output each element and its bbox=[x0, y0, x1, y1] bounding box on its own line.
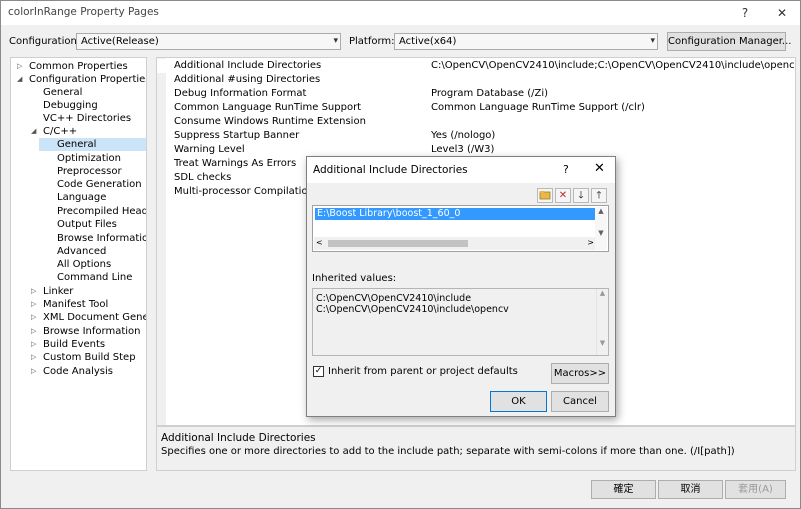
tree-item-optimization[interactable]: Optimization bbox=[57, 152, 121, 165]
tree-item-browse-information[interactable]: Browse Information bbox=[57, 232, 146, 245]
horizontal-scrollbar[interactable]: < > bbox=[314, 237, 596, 250]
inherited-values-label: Inherited values: bbox=[312, 273, 397, 284]
expand-icon[interactable]: ▷ bbox=[31, 298, 36, 311]
scroll-right-icon[interactable]: > bbox=[587, 238, 594, 247]
delete-icon[interactable]: ✕ bbox=[555, 188, 571, 203]
macros-button[interactable]: Macros>> bbox=[551, 363, 609, 384]
inherit-checkbox-label: Inherit from parent or project defaults bbox=[328, 366, 518, 377]
directories-list[interactable]: E:\Boost Library\boost_1_60_0 < > ▲ ▼ bbox=[312, 205, 609, 252]
tree-item-code-generation[interactable]: Code Generation bbox=[57, 178, 142, 191]
dialog-ok-button[interactable]: OK bbox=[490, 391, 547, 412]
title-bar: colorInRange Property Pages ? ✕ bbox=[1, 1, 800, 25]
inherited-value: C:\OpenCV\OpenCV2410\include\opencv bbox=[316, 304, 509, 315]
directory-entry-input[interactable]: E:\Boost Library\boost_1_60_0 bbox=[315, 208, 595, 220]
tree-item-common-properties[interactable]: ▷ Common Properties bbox=[17, 60, 128, 73]
inherited-value: C:\OpenCV\OpenCV2410\include bbox=[316, 293, 472, 304]
description-text: Specifies one or more directories to add… bbox=[161, 446, 735, 457]
platform-value: Active(x64) bbox=[399, 36, 457, 47]
tree-item-manifest-tool[interactable]: ▷ Manifest Tool bbox=[31, 298, 108, 311]
close-button[interactable]: ✕ bbox=[773, 4, 791, 22]
tree-item-language[interactable]: Language bbox=[57, 191, 106, 204]
dialog-title: Additional Include Directories bbox=[313, 164, 468, 176]
move-down-icon[interactable]: 🡓 bbox=[573, 188, 589, 203]
description-panel: Additional Include Directories Specifies… bbox=[156, 426, 796, 471]
tree-item-configuration-properties[interactable]: ◢ Configuration Properties bbox=[17, 73, 146, 86]
property-row[interactable]: Warning Level Level3 (/W3) bbox=[157, 143, 795, 157]
move-up-icon[interactable]: 🡑 bbox=[591, 188, 607, 203]
tree-item-command-line[interactable]: Command Line bbox=[57, 271, 132, 284]
tree-item-all-options[interactable]: All Options bbox=[57, 258, 111, 271]
tree-item-build-events[interactable]: ▷ Build Events bbox=[31, 338, 105, 351]
dialog-cancel-button[interactable]: Cancel bbox=[551, 391, 609, 412]
scroll-up-icon[interactable]: ▲ bbox=[595, 207, 607, 215]
expand-icon[interactable]: ▷ bbox=[17, 60, 22, 73]
tree-item-vc-directories[interactable]: VC++ Directories bbox=[43, 112, 131, 125]
expand-icon[interactable]: ▷ bbox=[31, 285, 36, 298]
scroll-down-icon[interactable]: ▼ bbox=[595, 229, 607, 237]
tree-item-preprocessor[interactable]: Preprocessor bbox=[57, 165, 122, 178]
expand-icon[interactable]: ▷ bbox=[31, 365, 36, 378]
tree-item-xml-document-generator[interactable]: ▷XML Document Generator bbox=[31, 311, 146, 324]
scrollbar-thumb[interactable] bbox=[328, 240, 468, 247]
tree-item-linker[interactable]: ▷ Linker bbox=[31, 285, 73, 298]
ok-button[interactable]: 確定 bbox=[591, 480, 656, 499]
configuration-label: Configuration: bbox=[9, 36, 81, 47]
description-title: Additional Include Directories bbox=[161, 432, 316, 444]
tree-item-c-cpp[interactable]: ◢ C/C++ bbox=[31, 125, 77, 138]
apply-button[interactable]: 套用(A) bbox=[725, 480, 786, 499]
tree-item-precompiled-headers[interactable]: Precompiled Headers bbox=[57, 205, 146, 218]
include-directories-dialog: Additional Include Directories ? ✕ ✕ 🡓 🡑… bbox=[306, 156, 616, 417]
property-row[interactable]: Suppress Startup Banner Yes (/nologo) bbox=[157, 129, 795, 143]
tree-item-code-analysis[interactable]: ▷ Code Analysis bbox=[31, 365, 113, 378]
property-row[interactable]: Additional Include Directories C:\OpenCV\… bbox=[157, 59, 795, 73]
dialog-title-bar: Additional Include Directories ? ✕ bbox=[307, 157, 615, 183]
window-title: colorInRange Property Pages bbox=[8, 6, 159, 18]
expand-icon[interactable]: ▷ bbox=[31, 338, 36, 351]
platform-combobox[interactable]: Active(x64) ▾ bbox=[394, 33, 658, 50]
tree-item-output-files[interactable]: Output Files bbox=[57, 218, 117, 231]
expand-icon[interactable]: ▷ bbox=[31, 311, 36, 324]
property-pages-window: colorInRange Property Pages ? ✕ Configur… bbox=[0, 0, 801, 509]
tree-item-general[interactable]: General bbox=[43, 86, 82, 99]
platform-label: Platform: bbox=[349, 36, 395, 47]
expand-icon[interactable]: ▷ bbox=[31, 325, 36, 338]
dialog-close-button[interactable]: ✕ bbox=[594, 161, 605, 176]
collapse-icon[interactable]: ◢ bbox=[17, 73, 22, 86]
category-tree[interactable]: ▷ Common Properties ◢ Configuration Proper… bbox=[10, 57, 147, 471]
property-row[interactable]: Additional #using Directories bbox=[157, 73, 795, 87]
chevron-down-icon: ▾ bbox=[650, 36, 655, 46]
scroll-left-icon[interactable]: < bbox=[316, 238, 323, 247]
property-row[interactable]: Consume Windows Runtime Extension bbox=[157, 115, 795, 129]
configuration-manager-button[interactable]: Configuration Manager... bbox=[667, 32, 791, 51]
expand-icon[interactable]: ▷ bbox=[31, 351, 36, 364]
tree-item-browse-information-root[interactable]: ▷ Browse Information bbox=[31, 325, 140, 338]
configuration-value: Active(Release) bbox=[81, 36, 159, 47]
tree-item-debugging[interactable]: Debugging bbox=[43, 99, 98, 112]
tree-item-advanced[interactable]: Advanced bbox=[57, 245, 106, 258]
property-row[interactable]: Debug Information Format Program Database… bbox=[157, 87, 795, 101]
property-row[interactable]: Common Language RunTime Support Common La… bbox=[157, 101, 795, 115]
configuration-combobox[interactable]: Active(Release) ▾ bbox=[76, 33, 341, 50]
inherit-checkbox[interactable]: ✓ bbox=[313, 366, 324, 377]
collapse-icon[interactable]: ◢ bbox=[31, 125, 36, 138]
help-button[interactable]: ? bbox=[736, 4, 754, 22]
new-line-icon[interactable] bbox=[537, 188, 553, 203]
inherited-values-box: C:\OpenCV\OpenCV2410\include C:\OpenCV\O… bbox=[312, 288, 609, 356]
tree-item-cpp-general[interactable]: General bbox=[39, 138, 146, 151]
tree-item-custom-build-step[interactable]: ▷ Custom Build Step bbox=[31, 351, 136, 364]
chevron-down-icon: ▾ bbox=[333, 36, 338, 46]
vertical-scrollbar[interactable]: ▲ ▼ bbox=[595, 207, 607, 250]
inherited-scrollbar[interactable]: ▲ ▼ bbox=[596, 289, 608, 355]
cancel-button[interactable]: 取消 bbox=[658, 480, 723, 499]
dialog-help-button[interactable]: ? bbox=[563, 163, 569, 176]
